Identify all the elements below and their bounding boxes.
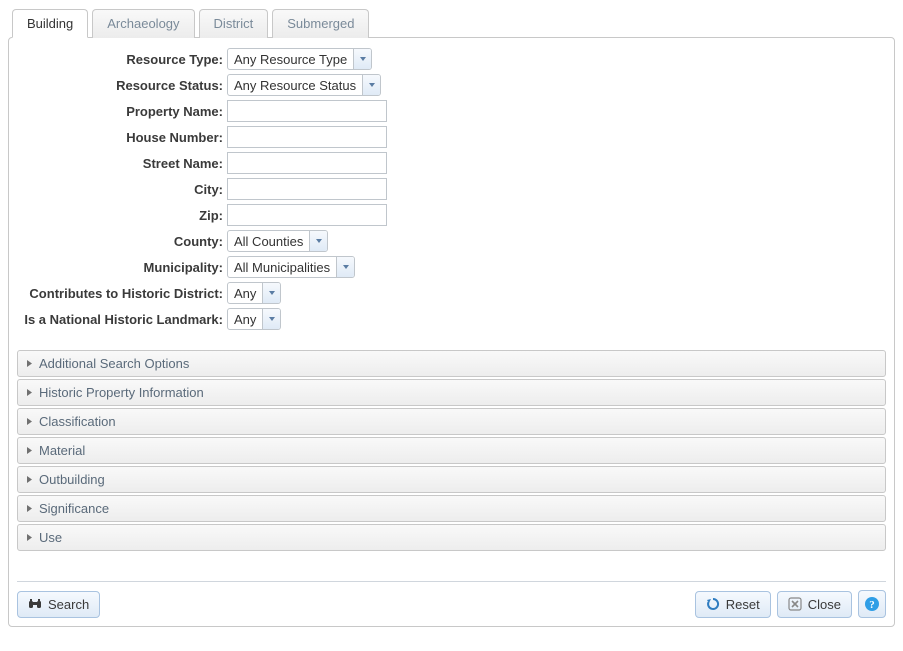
accordion-use[interactable]: Use [17, 524, 886, 551]
house-number-input[interactable] [227, 126, 387, 148]
accordion-outbuilding[interactable]: Outbuilding [17, 466, 886, 493]
triangle-right-icon [26, 533, 33, 542]
tab-building[interactable]: Building [12, 9, 88, 38]
accordion-label: Historic Property Information [39, 385, 204, 400]
label-property-name: Property Name: [17, 104, 227, 119]
help-icon: ? [864, 596, 880, 612]
chevron-down-icon[interactable] [262, 309, 280, 329]
undo-icon [706, 597, 720, 611]
chevron-down-icon[interactable] [309, 231, 327, 251]
help-button[interactable]: ? [858, 590, 886, 618]
accordion-label: Additional Search Options [39, 356, 189, 371]
triangle-right-icon [26, 359, 33, 368]
button-label: Reset [726, 597, 760, 612]
tab-label: District [214, 16, 254, 31]
accordion-label: Use [39, 530, 62, 545]
close-icon [788, 597, 802, 611]
label-landmark: Is a National Historic Landmark: [17, 312, 227, 327]
resource-status-select[interactable]: Any Resource Status [227, 74, 381, 96]
search-button[interactable]: Search [17, 591, 100, 618]
triangle-right-icon [26, 388, 33, 397]
triangle-right-icon [26, 417, 33, 426]
county-select[interactable]: All Counties [227, 230, 328, 252]
label-resource-status: Resource Status: [17, 78, 227, 93]
tab-label: Submerged [287, 16, 354, 31]
tab-panel-building: Resource Type: Any Resource Type Resourc… [8, 37, 895, 627]
button-label: Search [48, 597, 89, 612]
svg-text:?: ? [869, 599, 875, 611]
label-house-number: House Number: [17, 130, 227, 145]
label-street-name: Street Name: [17, 156, 227, 171]
label-contributes: Contributes to Historic District: [17, 286, 227, 301]
accordion-label: Material [39, 443, 85, 458]
reset-button[interactable]: Reset [695, 591, 771, 618]
select-value: Any Resource Type [228, 49, 353, 69]
tab-label: Archaeology [107, 16, 179, 31]
resource-type-select[interactable]: Any Resource Type [227, 48, 372, 70]
tab-archaeology[interactable]: Archaeology [92, 9, 194, 38]
city-input[interactable] [227, 178, 387, 200]
triangle-right-icon [26, 475, 33, 484]
label-resource-type: Resource Type: [17, 52, 227, 67]
accordion-label: Outbuilding [39, 472, 105, 487]
accordion-group: Additional Search Options Historic Prope… [17, 350, 886, 551]
select-value: Any [228, 309, 262, 329]
zip-input[interactable] [227, 204, 387, 226]
select-value: Any [228, 283, 262, 303]
landmark-select[interactable]: Any [227, 308, 281, 330]
close-button[interactable]: Close [777, 591, 852, 618]
accordion-label: Classification [39, 414, 116, 429]
search-dialog: Building Archaeology District Submerged … [8, 8, 895, 627]
accordion-material[interactable]: Material [17, 437, 886, 464]
binoculars-icon [28, 597, 42, 611]
tab-label: Building [27, 16, 73, 31]
tab-strip: Building Archaeology District Submerged [12, 8, 895, 37]
accordion-additional-search-options[interactable]: Additional Search Options [17, 350, 886, 377]
municipality-select[interactable]: All Municipalities [227, 256, 355, 278]
chevron-down-icon[interactable] [362, 75, 380, 95]
tab-district[interactable]: District [199, 9, 269, 38]
property-name-input[interactable] [227, 100, 387, 122]
select-value: All Counties [228, 231, 309, 251]
label-city: City: [17, 182, 227, 197]
button-label: Close [808, 597, 841, 612]
contributes-select[interactable]: Any [227, 282, 281, 304]
chevron-down-icon[interactable] [262, 283, 280, 303]
accordion-label: Significance [39, 501, 109, 516]
triangle-right-icon [26, 504, 33, 513]
label-county: County: [17, 234, 227, 249]
select-value: Any Resource Status [228, 75, 362, 95]
select-value: All Municipalities [228, 257, 336, 277]
label-zip: Zip: [17, 208, 227, 223]
triangle-right-icon [26, 446, 33, 455]
label-municipality: Municipality: [17, 260, 227, 275]
street-name-input[interactable] [227, 152, 387, 174]
accordion-significance[interactable]: Significance [17, 495, 886, 522]
button-bar: Search Reset C [17, 581, 886, 618]
tab-submerged[interactable]: Submerged [272, 9, 369, 38]
chevron-down-icon[interactable] [336, 257, 354, 277]
accordion-historic-property-information[interactable]: Historic Property Information [17, 379, 886, 406]
accordion-classification[interactable]: Classification [17, 408, 886, 435]
chevron-down-icon[interactable] [353, 49, 371, 69]
